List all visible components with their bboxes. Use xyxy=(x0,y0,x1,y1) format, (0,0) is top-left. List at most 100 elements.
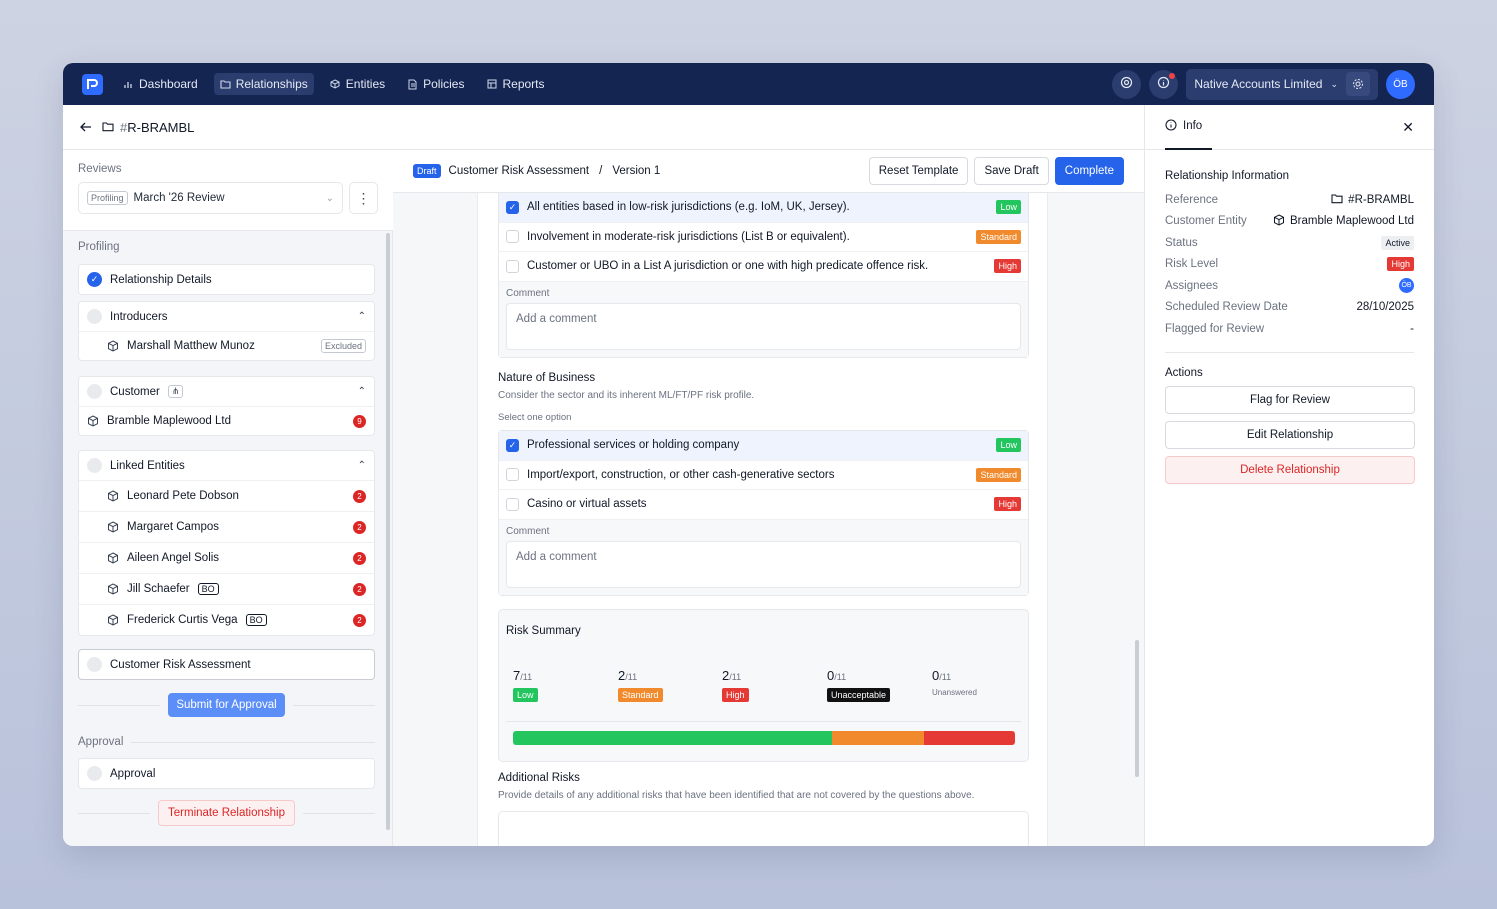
chevron-up-icon[interactable]: ⌃ xyxy=(358,311,366,322)
document-icon xyxy=(407,79,418,90)
additional-risks-header: Additional Risks Provide details of any … xyxy=(498,772,974,801)
question-nature-of-business: ✓ Professional services or holding compa… xyxy=(498,430,1029,596)
field-label: Flagged for Review xyxy=(1165,322,1265,335)
review-menu-button[interactable]: ⋮ xyxy=(349,182,378,214)
introducer-item[interactable]: Marshall Matthew Munoz Excluded xyxy=(79,331,374,360)
option-item[interactable]: ✓ All entities based in low-risk jurisdi… xyxy=(499,193,1028,223)
draft-badge: Draft xyxy=(413,164,441,178)
comment-section: Comment Add a comment xyxy=(499,519,1028,595)
option-item[interactable]: Casino or virtual assets High xyxy=(499,490,1028,520)
comment-label: Comment xyxy=(506,287,550,299)
comment-input[interactable]: Add a comment xyxy=(506,302,1021,350)
close-icon[interactable]: ✕ xyxy=(1402,119,1414,136)
terminate-relationship-button[interactable]: Terminate Relationship xyxy=(158,800,295,826)
field-label: Reference xyxy=(1165,193,1219,206)
nav-dashboard[interactable]: Dashboard xyxy=(117,73,204,95)
checkbox-checked-icon[interactable]: ✓ xyxy=(506,200,519,214)
cube-icon xyxy=(107,552,119,564)
org-switcher[interactable]: Native Accounts Limited ⌄ xyxy=(1186,68,1378,100)
linked-entities-header[interactable]: Linked Entities ⌃ xyxy=(79,451,374,480)
checkbox-icon[interactable] xyxy=(506,230,519,244)
gear-icon[interactable] xyxy=(1346,72,1370,96)
linked-entity-item[interactable]: Frederick Curtis Vega BO 2 xyxy=(79,604,374,635)
risk-distribution-bar xyxy=(513,731,1015,745)
excluded-badge: Excluded xyxy=(320,339,366,353)
bar-segment-low xyxy=(513,731,833,745)
reviews-section: Reviews Profiling March '26 Review ⌄ ⋮ xyxy=(63,150,393,231)
step-label: Customer Risk Assessment xyxy=(110,658,251,671)
step-relationship-details[interactable]: ✓ Relationship Details xyxy=(78,264,375,295)
bar-segment-high xyxy=(923,731,1015,745)
customer-entity-link[interactable]: Bramble Maplewood Ltd xyxy=(1290,215,1414,227)
summary-low: 7/11 Low xyxy=(513,668,538,702)
option-text: Involvement in moderate-risk jurisdictio… xyxy=(527,230,850,243)
submit-for-approval-button[interactable]: Submit for Approval xyxy=(168,693,285,717)
nav-relationships[interactable]: Relationships xyxy=(213,73,314,95)
option-item[interactable]: ✓ Professional services or holding compa… xyxy=(499,431,1028,461)
nav-reports[interactable]: Reports xyxy=(480,73,550,95)
option-item[interactable]: Involvement in moderate-risk jurisdictio… xyxy=(499,223,1028,252)
assessment-toolbar: Draft Customer Risk Assessment / Version… xyxy=(393,150,1144,193)
option-item[interactable]: Import/export, construction, or other ca… xyxy=(499,461,1028,490)
actions-title: Actions xyxy=(1165,366,1203,379)
linked-entity-item[interactable]: Margaret Campos 2 xyxy=(79,511,374,542)
risk-tag-low: Low xyxy=(996,438,1021,453)
checkbox-checked-icon[interactable]: ✓ xyxy=(506,438,519,452)
summary-high: 2/11 High xyxy=(722,668,749,702)
nav-entities[interactable]: Entities xyxy=(324,73,391,95)
delete-relationship-button[interactable]: Delete Relationship xyxy=(1165,455,1415,484)
summary-tag-standard: Standard xyxy=(618,688,663,702)
step-customer: Customer ⋔ ⌃ Bramble Maplewood Ltd 9 xyxy=(78,376,375,436)
comment-input[interactable]: Add a comment xyxy=(506,540,1021,588)
flagged-value: - xyxy=(1410,322,1414,335)
back-arrow-icon[interactable] xyxy=(80,120,92,135)
review-date-value: 28/10/2025 xyxy=(1356,301,1414,314)
empty-circle-icon xyxy=(87,458,102,473)
summary-total: /11 xyxy=(520,672,533,682)
empty-circle-icon xyxy=(87,657,102,672)
flag-for-review-button[interactable]: Flag for Review xyxy=(1165,385,1415,414)
chevron-up-icon[interactable]: ⌃ xyxy=(358,460,366,471)
additional-risks-title: Additional Risks xyxy=(498,772,580,784)
cube-icon xyxy=(107,583,119,595)
cube-icon xyxy=(107,340,119,352)
complete-button[interactable]: Complete xyxy=(1054,157,1124,185)
customer-entity-item[interactable]: Bramble Maplewood Ltd 9 xyxy=(79,406,374,435)
review-select[interactable]: Profiling March '26 Review ⌄ xyxy=(78,182,343,214)
chevron-up-icon[interactable]: ⌃ xyxy=(358,386,366,397)
linked-entity-item[interactable]: Aileen Angel Solis 2 xyxy=(79,542,374,573)
cube-icon xyxy=(107,614,119,626)
introducers-header[interactable]: Introducers ⌃ xyxy=(79,302,374,331)
step-label: Introducers xyxy=(110,310,168,323)
linked-entity-item[interactable]: Leonard Pete Dobson 2 xyxy=(79,480,374,511)
save-draft-button[interactable]: Save Draft xyxy=(974,157,1049,185)
checkbox-icon[interactable] xyxy=(506,468,519,482)
checkbox-icon[interactable] xyxy=(506,497,519,511)
info-button[interactable] xyxy=(1149,69,1179,99)
relationship-info-title: Relationship Information xyxy=(1165,170,1290,182)
left-scrollbar[interactable] xyxy=(386,233,390,830)
center-scrollbar[interactable] xyxy=(1135,640,1139,777)
checkbox-icon[interactable] xyxy=(506,259,519,273)
customer-header[interactable]: Customer ⋔ ⌃ xyxy=(79,377,374,406)
nav-policies[interactable]: Policies xyxy=(401,73,470,95)
edit-relationship-button[interactable]: Edit Relationship xyxy=(1165,420,1415,449)
option-item[interactable]: Customer or UBO in a List A jurisdiction… xyxy=(499,252,1028,282)
linked-entity-name: Frederick Curtis Vega xyxy=(127,614,238,626)
workflow-steps: Profiling ✓ Relationship Details Introdu… xyxy=(63,231,393,846)
linked-entity-item[interactable]: Jill Schaefer BO 2 xyxy=(79,573,374,604)
help-button[interactable] xyxy=(1112,69,1142,99)
app-logo[interactable] xyxy=(82,73,103,95)
step-customer-risk-assessment[interactable]: Customer Risk Assessment xyxy=(78,649,375,680)
user-avatar[interactable]: ÖB xyxy=(1386,69,1415,99)
risk-level-badge: High xyxy=(1387,257,1414,272)
field-label: Status xyxy=(1165,236,1198,249)
additional-risks-input[interactable] xyxy=(498,811,1029,846)
reference-link[interactable]: #R-BRAMBL xyxy=(1348,194,1414,206)
assignee-avatar[interactable]: ÖB xyxy=(1399,278,1414,294)
reset-template-button[interactable]: Reset Template xyxy=(868,157,969,185)
question-title: Nature of Business xyxy=(498,372,596,384)
step-approval[interactable]: Approval xyxy=(78,758,375,789)
tab-info[interactable]: Info xyxy=(1165,105,1213,150)
step-label: Relationship Details xyxy=(110,273,212,286)
